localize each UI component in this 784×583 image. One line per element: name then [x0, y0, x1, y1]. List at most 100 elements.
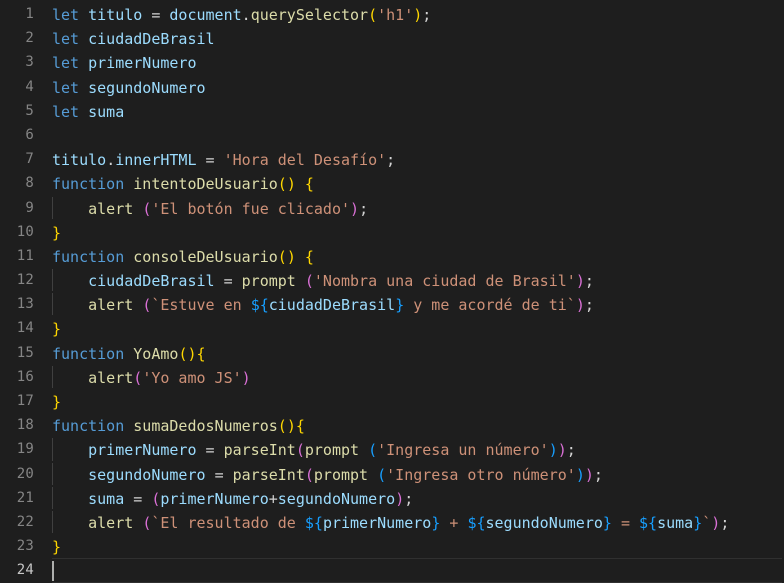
token-b3: ( — [368, 441, 378, 460]
token-var: document — [169, 6, 242, 24]
code-line[interactable]: primerNumero = parseInt(prompt ('Ingresa… — [52, 437, 784, 461]
token-b2: ) — [241, 368, 251, 387]
token-b1: } — [52, 320, 62, 339]
token-op: ; — [566, 441, 576, 460]
code-line[interactable]: function intentoDeUsuario() { — [52, 171, 784, 195]
token-var: primerNumero — [88, 54, 197, 73]
token-op: = — [205, 441, 215, 460]
token-str: `Estuve en — [151, 296, 251, 315]
line-number: 3 — [25, 54, 34, 71]
token-var: segundoNumero — [88, 465, 206, 484]
token-fn: alert — [88, 513, 134, 532]
code-line[interactable]: } — [52, 220, 784, 244]
token-op: + — [268, 489, 278, 508]
code-line-active[interactable] — [52, 558, 782, 583]
token-op — [133, 514, 142, 532]
token-str: ` — [702, 513, 712, 532]
token-op — [52, 490, 88, 508]
token-kw: function — [52, 344, 125, 363]
token-fn: alert — [88, 199, 134, 218]
token-kw: let — [52, 30, 80, 49]
token-op — [52, 296, 88, 314]
token-op — [296, 175, 305, 193]
code-line[interactable]: alert ('El botón fue clicado'); — [52, 196, 784, 220]
code-line[interactable]: ciudadDeBrasil = prompt ('Nombra una ciu… — [52, 268, 784, 292]
token-b1: ( — [277, 247, 287, 266]
token-b3: ) — [548, 441, 558, 460]
token-op: ; — [584, 296, 594, 315]
code-line[interactable]: let suma — [52, 99, 784, 123]
token-fn: YoAmo — [133, 344, 179, 363]
code-line[interactable]: alert (`Estuve en ${ciudadDeBrasil} y me… — [52, 292, 784, 316]
token-b1: ( — [277, 175, 287, 194]
token-op — [52, 200, 88, 218]
code-line[interactable]: segundoNumero = parseInt(prompt ('Ingres… — [52, 462, 784, 486]
token-var: ciudadDeBrasil — [88, 30, 215, 49]
token-str: + — [440, 513, 468, 532]
token-var: innerHTML — [115, 151, 197, 170]
token-fn: querySelector — [250, 6, 369, 24]
token-var: suma — [657, 513, 694, 532]
token-b2: ( — [133, 368, 143, 387]
line-number: 11 — [16, 247, 34, 264]
line-number: 22 — [16, 513, 34, 530]
token-b1: } — [52, 538, 62, 557]
token-b2: ) — [575, 272, 585, 291]
token-b1: ( — [368, 6, 378, 24]
code-line[interactable] — [52, 123, 784, 147]
token-var: suma — [88, 102, 125, 121]
token-b1: { — [295, 417, 305, 436]
token-var: primerNumero — [160, 489, 269, 508]
code-line[interactable]: alert (`El resultado de ${primerNumero} … — [52, 510, 784, 534]
line-number: 6 — [25, 126, 34, 143]
token-b1: ) — [286, 247, 296, 266]
token-kw: function — [52, 417, 125, 436]
code-content-area[interactable]: let titulo = document.querySelector('h1'… — [44, 2, 784, 583]
token-str: 'h1' — [377, 6, 414, 24]
code-editor[interactable]: 1 2 3 4 5 6 7 8 9 10 11 12 13 14 15 16 17 18 19 20 21 22 23 24 … — [0, 0, 784, 583]
code-line[interactable]: function YoAmo(){ — [52, 341, 784, 365]
token-op — [79, 103, 88, 121]
token-var: primerNumero — [88, 441, 197, 460]
token-fn: intentoDeUsuario — [133, 175, 278, 194]
code-line[interactable]: suma = (primerNumero+segundoNumero); — [52, 486, 784, 510]
code-line[interactable]: } — [52, 389, 784, 413]
token-op — [52, 466, 88, 484]
token-op: ; — [404, 489, 414, 508]
token-kw: let — [52, 78, 80, 97]
token-op — [124, 345, 133, 363]
token-kw: function — [52, 247, 125, 266]
code-line[interactable]: let segundoNumero — [52, 75, 784, 99]
token-fn: parseInt — [223, 441, 296, 460]
token-b1: { — [304, 247, 314, 266]
token-b3: } — [395, 296, 405, 315]
code-line[interactable]: function sumaDedosNumeros(){ — [52, 413, 784, 437]
token-var: segundoNumero — [277, 489, 396, 508]
code-line[interactable]: titulo.innerHTML = 'Hora del Desafío'; — [52, 147, 784, 171]
token-fn: alert — [88, 368, 134, 387]
code-line[interactable]: function consoleDeUsuario() { — [52, 244, 784, 268]
token-op — [133, 296, 142, 314]
token-b3: } — [693, 513, 703, 532]
line-number: 24 — [16, 562, 34, 579]
token-str: 'Ingresa un número' — [377, 441, 549, 460]
code-line[interactable]: let titulo = document.querySelector('h1'… — [52, 2, 784, 26]
token-var: primerNumero — [322, 513, 432, 532]
token-op — [52, 514, 88, 532]
token-op — [296, 248, 305, 266]
token-b2: ) — [584, 465, 594, 484]
token-op — [206, 466, 215, 484]
code-line[interactable]: } — [52, 316, 784, 340]
token-var: ciudadDeBrasil — [268, 296, 396, 315]
token-op — [142, 6, 151, 24]
code-line[interactable]: } — [52, 534, 784, 558]
token-b3: ) — [575, 465, 585, 484]
token-kw: let — [52, 6, 80, 24]
token-b2: ( — [304, 272, 314, 291]
code-line[interactable]: let primerNumero — [52, 50, 784, 74]
line-number: 16 — [16, 368, 34, 385]
code-line[interactable]: let ciudadDeBrasil — [52, 26, 784, 50]
code-line[interactable]: alert('Yo amo JS') — [52, 365, 784, 389]
token-var: ciudadDeBrasil — [88, 272, 215, 291]
line-number: 10 — [16, 223, 34, 240]
